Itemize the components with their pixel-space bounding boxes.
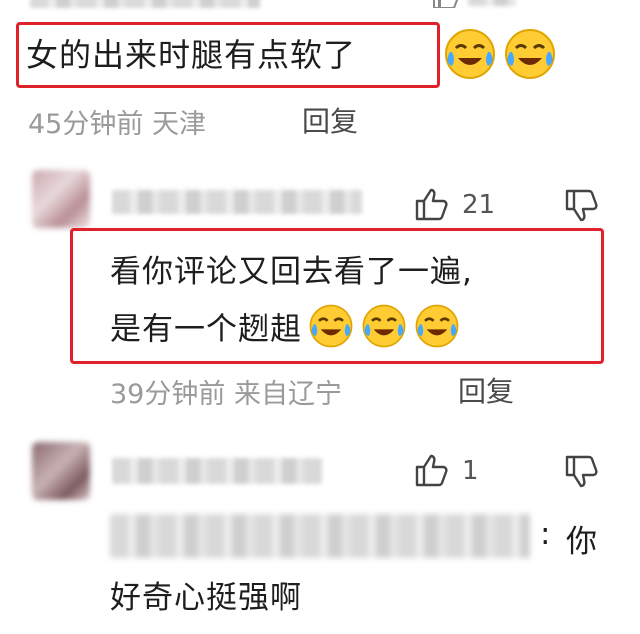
comment1-reply-button[interactable]: 回复	[302, 100, 358, 140]
comment2-meta: 39分钟前 来自辽宁	[110, 372, 342, 411]
thumb-up-icon[interactable]	[430, 0, 460, 8]
thumb-down-icon[interactable]	[563, 454, 599, 490]
comment2-text-line2: 是有一个趔趄	[110, 311, 302, 348]
crying-laughing-emoji	[362, 304, 406, 348]
thumb-down-icon[interactable]	[563, 188, 599, 224]
comment3-username	[112, 458, 322, 484]
comment2-time: 39分钟前	[110, 379, 226, 410]
comment1-time: 45分钟前	[28, 109, 144, 140]
comment2-text-line1: 看你评论又回去看了一遍,	[110, 254, 473, 290]
comment3-mention-blurred	[110, 514, 530, 558]
comment1-emojis	[442, 24, 562, 84]
thumb-up-icon[interactable]	[413, 452, 449, 488]
top-partial-count	[468, 0, 516, 6]
comment1-meta: 45分钟前 天津	[28, 102, 206, 141]
comment2-location: 来自辽宁	[233, 379, 342, 410]
comment2-like-count: 21	[462, 190, 496, 220]
crying-laughing-emoji	[505, 29, 555, 79]
avatar[interactable]	[32, 170, 90, 228]
avatar[interactable]	[32, 442, 90, 500]
comment2-reply-button[interactable]: 回复	[458, 370, 514, 410]
comment1-location: 天津	[151, 109, 206, 140]
comment3-text-line2: 好奇心挺强啊	[110, 580, 302, 616]
comment3-colon: :	[540, 516, 551, 552]
comment2-text-line2-row: 是有一个趔趄	[110, 302, 461, 350]
crying-laughing-emoji	[415, 304, 459, 348]
crying-laughing-emoji	[309, 304, 353, 348]
comment3-text-tail: 你	[566, 524, 597, 560]
top-partial-username	[30, 0, 260, 8]
comment3-like-count: 1	[462, 456, 479, 486]
comment1-text: 女的出来时腿有点软了	[26, 36, 357, 74]
crying-laughing-emoji	[445, 29, 495, 79]
thumb-up-icon[interactable]	[413, 186, 449, 222]
comment2-username	[112, 190, 362, 214]
